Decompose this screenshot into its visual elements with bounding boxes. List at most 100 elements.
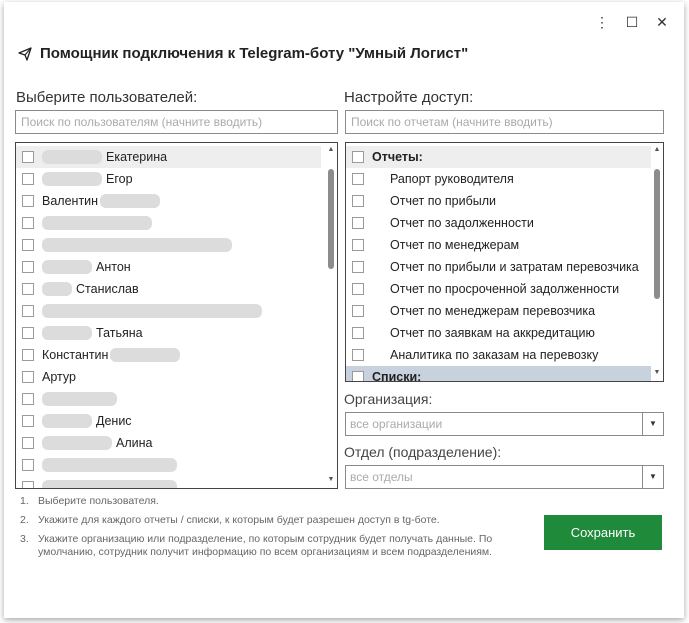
- user-row[interactable]: [16, 212, 321, 234]
- report-row[interactable]: Отчет по заявкам на аккредитацию: [346, 322, 651, 344]
- report-checkbox[interactable]: [352, 305, 364, 317]
- department-value: все отделы: [350, 470, 413, 484]
- department-label: Отдел (подразделение):: [344, 444, 502, 460]
- report-row[interactable]: Отчет по менеджерам перевозчика: [346, 300, 651, 322]
- report-checkbox[interactable]: [352, 261, 364, 273]
- users-search-input[interactable]: [15, 110, 338, 134]
- user-name: Антон: [96, 260, 131, 274]
- user-checkbox[interactable]: [22, 327, 34, 339]
- user-checkbox[interactable]: [22, 283, 34, 295]
- user-row[interactable]: [16, 388, 321, 410]
- user-checkbox[interactable]: [22, 151, 34, 163]
- users-scrollbar[interactable]: ▲ ▼: [326, 143, 336, 488]
- redacted-name: [42, 392, 117, 406]
- user-row[interactable]: Татьяна: [16, 322, 321, 344]
- user-checkbox[interactable]: [22, 415, 34, 427]
- scroll-up-icon[interactable]: ▲: [326, 145, 336, 155]
- redacted-name: [42, 150, 102, 164]
- report-checkbox[interactable]: [352, 217, 364, 229]
- close-icon[interactable]: ✕: [654, 14, 670, 30]
- report-name: Рапорт руководителя: [390, 172, 514, 186]
- scroll-down-icon[interactable]: ▼: [326, 475, 336, 485]
- window-title: Помощник подключения к Telegram-боту "Ум…: [40, 45, 469, 62]
- user-checkbox[interactable]: [22, 305, 34, 317]
- redacted-name: [42, 458, 177, 472]
- redacted-name: [42, 260, 92, 274]
- user-checkbox[interactable]: [22, 239, 34, 251]
- user-row[interactable]: Алина: [16, 432, 321, 454]
- telegram-icon: [18, 46, 32, 61]
- user-name: Константин: [42, 348, 109, 362]
- user-checkbox[interactable]: [22, 437, 34, 449]
- report-checkbox[interactable]: [352, 195, 364, 207]
- chevron-down-icon[interactable]: ▼: [642, 466, 663, 488]
- access-list[interactable]: ▲ ▼ Отчеты: Рапорт руководителя Отчет по п…: [345, 142, 664, 382]
- more-menu-icon[interactable]: ⋮: [594, 14, 610, 30]
- maximize-icon[interactable]: ☐: [624, 14, 640, 30]
- report-row[interactable]: Рапорт руководителя: [346, 168, 651, 190]
- department-select[interactable]: все отделы ▼: [345, 465, 664, 489]
- note-3: 3. Укажите организацию или подразделение…: [20, 533, 493, 558]
- redacted-name: [42, 282, 72, 296]
- user-row[interactable]: Станислав: [16, 278, 321, 300]
- user-name: Алина: [116, 436, 153, 450]
- user-row[interactable]: Егор: [16, 168, 321, 190]
- user-checkbox[interactable]: [22, 217, 34, 229]
- redacted-name: [42, 216, 152, 230]
- redacted-name: [42, 326, 92, 340]
- users-scroll-thumb[interactable]: [328, 169, 334, 269]
- user-checkbox[interactable]: [22, 195, 34, 207]
- user-row[interactable]: Валентин: [16, 190, 321, 212]
- report-row[interactable]: Отчет по задолженности: [346, 212, 651, 234]
- access-scrollbar[interactable]: ▲ ▼: [652, 143, 662, 381]
- access-label: Настройте доступ:: [344, 89, 474, 106]
- user-row[interactable]: [16, 234, 321, 256]
- report-row[interactable]: Отчет по прибыли и затратам перевозчика: [346, 256, 651, 278]
- reports-search-input[interactable]: [345, 110, 664, 134]
- scroll-down-icon[interactable]: ▼: [652, 368, 662, 378]
- user-checkbox[interactable]: [22, 371, 34, 383]
- access-group-row[interactable]: Отчеты:: [346, 146, 651, 168]
- user-row[interactable]: Екатерина: [16, 146, 321, 168]
- user-checkbox[interactable]: [22, 261, 34, 273]
- report-name: Отчет по менеджерам: [390, 238, 520, 252]
- user-checkbox[interactable]: [22, 481, 34, 488]
- report-checkbox[interactable]: [352, 283, 364, 295]
- user-row[interactable]: Денис: [16, 410, 321, 432]
- redacted-name: [42, 480, 177, 488]
- user-checkbox[interactable]: [22, 349, 34, 361]
- report-checkbox[interactable]: [352, 239, 364, 251]
- redacted-name: [42, 304, 262, 318]
- user-checkbox[interactable]: [22, 459, 34, 471]
- user-row[interactable]: Артур: [16, 366, 321, 388]
- report-row[interactable]: Аналитика по заказам на перевозку: [346, 344, 651, 366]
- redacted-name: [110, 348, 181, 362]
- users-list[interactable]: ▲ ▼ Екатерина Егор Валентин Антон Станислав Т…: [15, 142, 338, 489]
- report-row[interactable]: Отчет по просроченной задолженности: [346, 278, 651, 300]
- report-row[interactable]: Отчет по прибыли: [346, 190, 651, 212]
- group-name: Списки:: [372, 370, 422, 382]
- report-name: Отчет по просроченной задолженности: [390, 282, 620, 296]
- save-button[interactable]: Сохранить: [544, 515, 662, 550]
- user-row[interactable]: [16, 300, 321, 322]
- users-label: Выберите пользователей:: [16, 89, 198, 106]
- scroll-up-icon[interactable]: ▲: [652, 145, 662, 155]
- access-group-row[interactable]: Списки:: [346, 366, 651, 382]
- user-checkbox[interactable]: [22, 393, 34, 405]
- user-row[interactable]: [16, 476, 321, 488]
- access-scroll-thumb[interactable]: [654, 169, 660, 299]
- user-name: Станислав: [76, 282, 139, 296]
- group-checkbox[interactable]: [352, 151, 364, 163]
- organization-select[interactable]: все организации ▼: [345, 412, 664, 436]
- group-checkbox[interactable]: [352, 371, 364, 381]
- report-row[interactable]: Отчет по менеджерам: [346, 234, 651, 256]
- report-checkbox[interactable]: [352, 173, 364, 185]
- chevron-down-icon[interactable]: ▼: [642, 413, 663, 435]
- user-checkbox[interactable]: [22, 173, 34, 185]
- report-checkbox[interactable]: [352, 349, 364, 361]
- user-row[interactable]: Константин: [16, 344, 321, 366]
- user-row[interactable]: [16, 454, 321, 476]
- report-checkbox[interactable]: [352, 327, 364, 339]
- user-row[interactable]: Антон: [16, 256, 321, 278]
- redacted-name: [42, 414, 92, 428]
